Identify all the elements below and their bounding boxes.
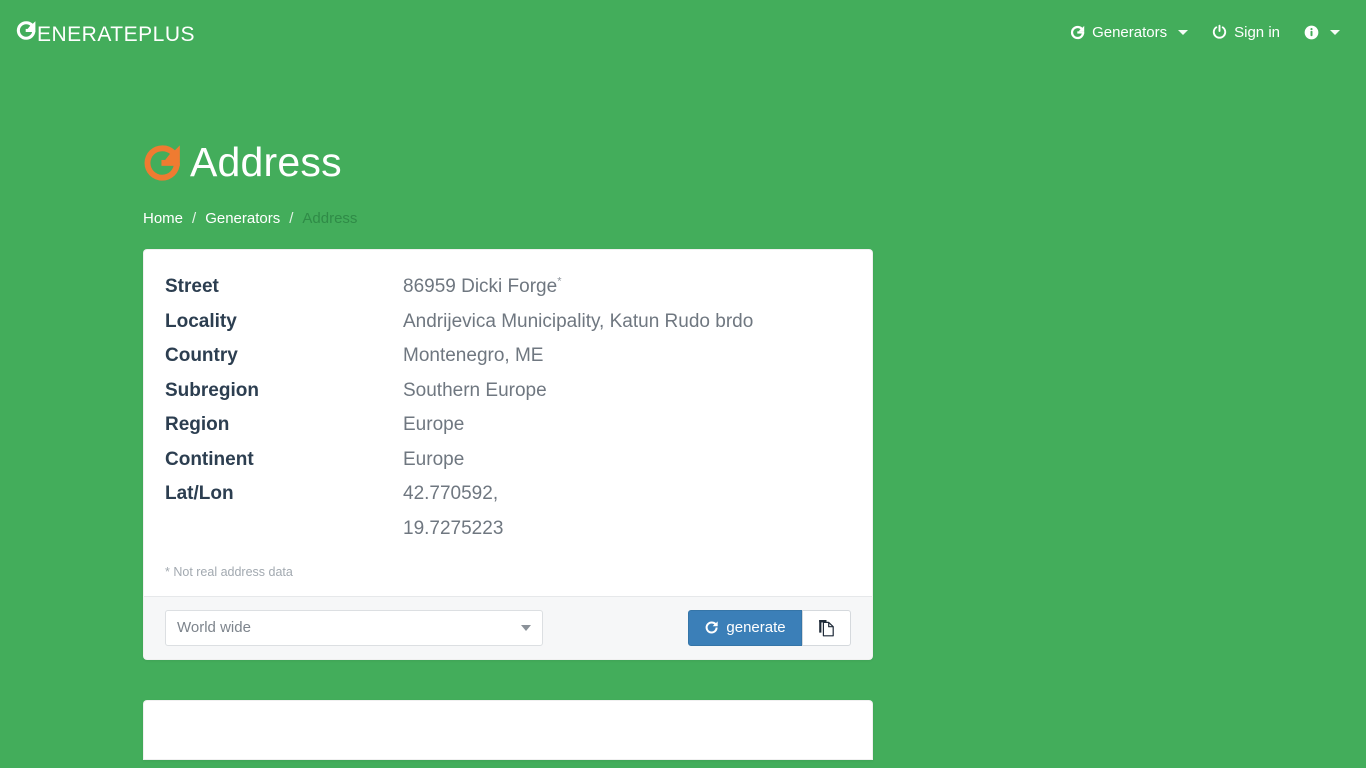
field-value-locality: Andrijevica Municipality, Katun Rudo brd… (403, 310, 754, 332)
breadcrumb: Home / Generators / Address (143, 210, 1336, 227)
field-label-region: Region (165, 414, 230, 436)
page-title: Address (143, 142, 1336, 183)
navbar-right: Generators Sign in (1058, 14, 1352, 51)
address-card: Street 86959 Dicki Forge* Locality Andri… (143, 249, 873, 660)
action-button-group: generate (688, 609, 851, 646)
page-wrapper: Address Home / Generators / Address Stre… (0, 142, 1366, 760)
field-label-continent: Continent (165, 448, 254, 470)
nav-info[interactable] (1292, 15, 1352, 50)
content-container: Address Home / Generators / Address Stre… (15, 142, 1351, 760)
field-label-street: Street (165, 276, 219, 298)
breadcrumb-item-address: Address (302, 210, 358, 228)
region-select-wrapper: World wide (165, 609, 543, 646)
address-card-body: Street 86959 Dicki Forge* Locality Andri… (144, 250, 872, 596)
nav-generators[interactable]: Generators (1058, 14, 1200, 51)
breadcrumb-separator: / (192, 210, 197, 228)
refresh-g-icon (16, 20, 36, 41)
field-value-country: Montenegro, ME (403, 345, 544, 367)
address-card-footer: World wide generate (144, 595, 872, 659)
generate-button-label: generate (726, 619, 786, 637)
page-title-text: Address (190, 139, 342, 185)
field-value-region: Europe (403, 414, 465, 436)
copy-icon (818, 619, 835, 637)
field-label-subregion: Subregion (165, 379, 259, 401)
breadcrumb-item-home[interactable]: Home (143, 210, 183, 227)
breadcrumb-separator: / (289, 210, 294, 228)
chevron-down-icon (1178, 29, 1189, 35)
info-circle-icon (1304, 25, 1319, 40)
copy-button[interactable] (802, 609, 851, 646)
address-footnote: * Not real address data (165, 565, 293, 580)
nav-sign-in-label: Sign in (1234, 23, 1280, 41)
refresh-g-icon (1070, 25, 1085, 40)
field-value-latlon: 42.770592, 19.7275223 (403, 483, 504, 539)
breadcrumb-item-generators[interactable]: Generators (205, 210, 280, 227)
secondary-card (143, 699, 873, 760)
nav-generators-label: Generators (1092, 23, 1168, 41)
brand-logo[interactable]: ENERATEPLUS (16, 20, 195, 45)
field-value-street-text: 86959 Dicki Forge (403, 276, 558, 298)
page-header: Address Home / Generators / Address (143, 142, 1336, 228)
field-label-country: Country (165, 345, 238, 367)
field-label-latlon: Lat/Lon (165, 483, 234, 505)
field-value-subregion: Southern Europe (403, 379, 547, 401)
field-value-street: 86959 Dicki Forge* (403, 270, 851, 305)
refresh-icon (704, 620, 719, 635)
footnote-marker: * (557, 276, 562, 289)
region-select[interactable]: World wide (165, 609, 543, 646)
generate-button[interactable]: generate (688, 609, 802, 646)
chevron-down-icon (1330, 29, 1340, 35)
brand-label: ENERATEPLUS (37, 22, 195, 46)
power-icon (1212, 24, 1227, 40)
refresh-g-icon-orange (143, 143, 181, 183)
field-value-continent: Europe (403, 448, 465, 470)
address-definition-list: Street 86959 Dicki Forge* Locality Andri… (165, 270, 851, 546)
nav-sign-in[interactable]: Sign in (1200, 14, 1292, 51)
field-label-locality: Locality (165, 310, 237, 332)
top-navbar: ENERATEPLUS Generators Sign in (0, 0, 1366, 64)
